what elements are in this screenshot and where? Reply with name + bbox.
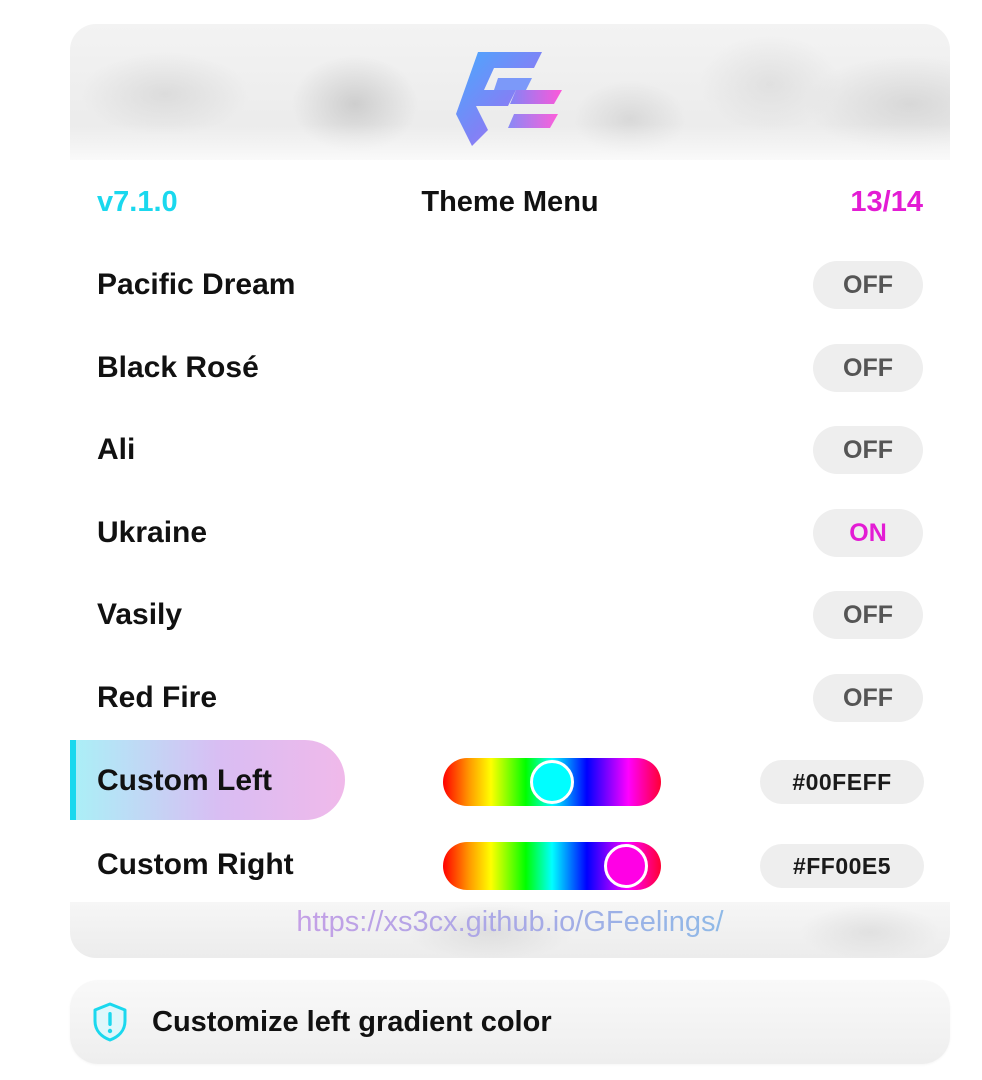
tooltip-text: Customize left gradient color [152, 1006, 552, 1038]
selection-indicator [70, 740, 76, 820]
theme-menu-panel: v7.1.0 Theme Menu 13/14 Pacific Dream OF… [70, 24, 950, 958]
theme-label: Pacific Dream [97, 268, 296, 301]
theme-toggle-pacific-dream[interactable]: OFF [813, 261, 923, 309]
theme-row-vasily: Vasily OFF [70, 583, 950, 647]
custom-left-hue-slider[interactable] [443, 758, 661, 806]
project-link[interactable]: https://xs3cx.github.io/GFeelings/ [70, 906, 950, 939]
shield-exclamation-icon [93, 1002, 127, 1042]
theme-label: Vasily [97, 598, 183, 631]
menu-header: v7.1.0 Theme Menu 13/14 [70, 182, 950, 226]
menu-title: Theme Menu [421, 186, 599, 218]
custom-right-hex-value[interactable]: #FF00E5 [760, 844, 924, 888]
page-counter: 13/14 [850, 186, 923, 218]
theme-row-ali: Ali OFF [70, 418, 950, 482]
theme-label: Ali [97, 433, 136, 466]
custom-left-row[interactable]: Custom Left #00FEFF [70, 740, 950, 820]
theme-row-ukraine: Ukraine ON [70, 501, 950, 565]
custom-right-label: Custom Right [97, 848, 294, 881]
theme-toggle-red-fire[interactable]: OFF [813, 674, 923, 722]
theme-toggle-black-rose[interactable]: OFF [813, 344, 923, 392]
theme-label: Ukraine [97, 516, 208, 549]
theme-row-black-rose: Black Rosé OFF [70, 336, 950, 400]
custom-left-label: Custom Left [97, 764, 272, 797]
custom-right-slider-knob[interactable] [604, 844, 649, 888]
theme-toggle-ukraine[interactable]: ON [813, 509, 923, 557]
theme-label: Red Fire [97, 681, 218, 714]
theme-toggle-vasily[interactable]: OFF [813, 591, 923, 639]
tooltip-bar: Customize left gradient color [70, 980, 950, 1064]
theme-toggle-ali[interactable]: OFF [813, 426, 923, 474]
custom-right-row[interactable]: Custom Right #FF00E5 [70, 824, 950, 904]
theme-row-pacific-dream: Pacific Dream OFF [70, 253, 950, 317]
theme-row-red-fire: Red Fire OFF [70, 666, 950, 730]
gf-logo-icon [456, 52, 562, 146]
custom-left-hex-value[interactable]: #00FEFF [760, 760, 924, 804]
theme-label: Black Rosé [97, 351, 259, 384]
custom-right-hue-slider[interactable] [443, 842, 661, 890]
custom-left-slider-knob[interactable] [530, 760, 574, 804]
